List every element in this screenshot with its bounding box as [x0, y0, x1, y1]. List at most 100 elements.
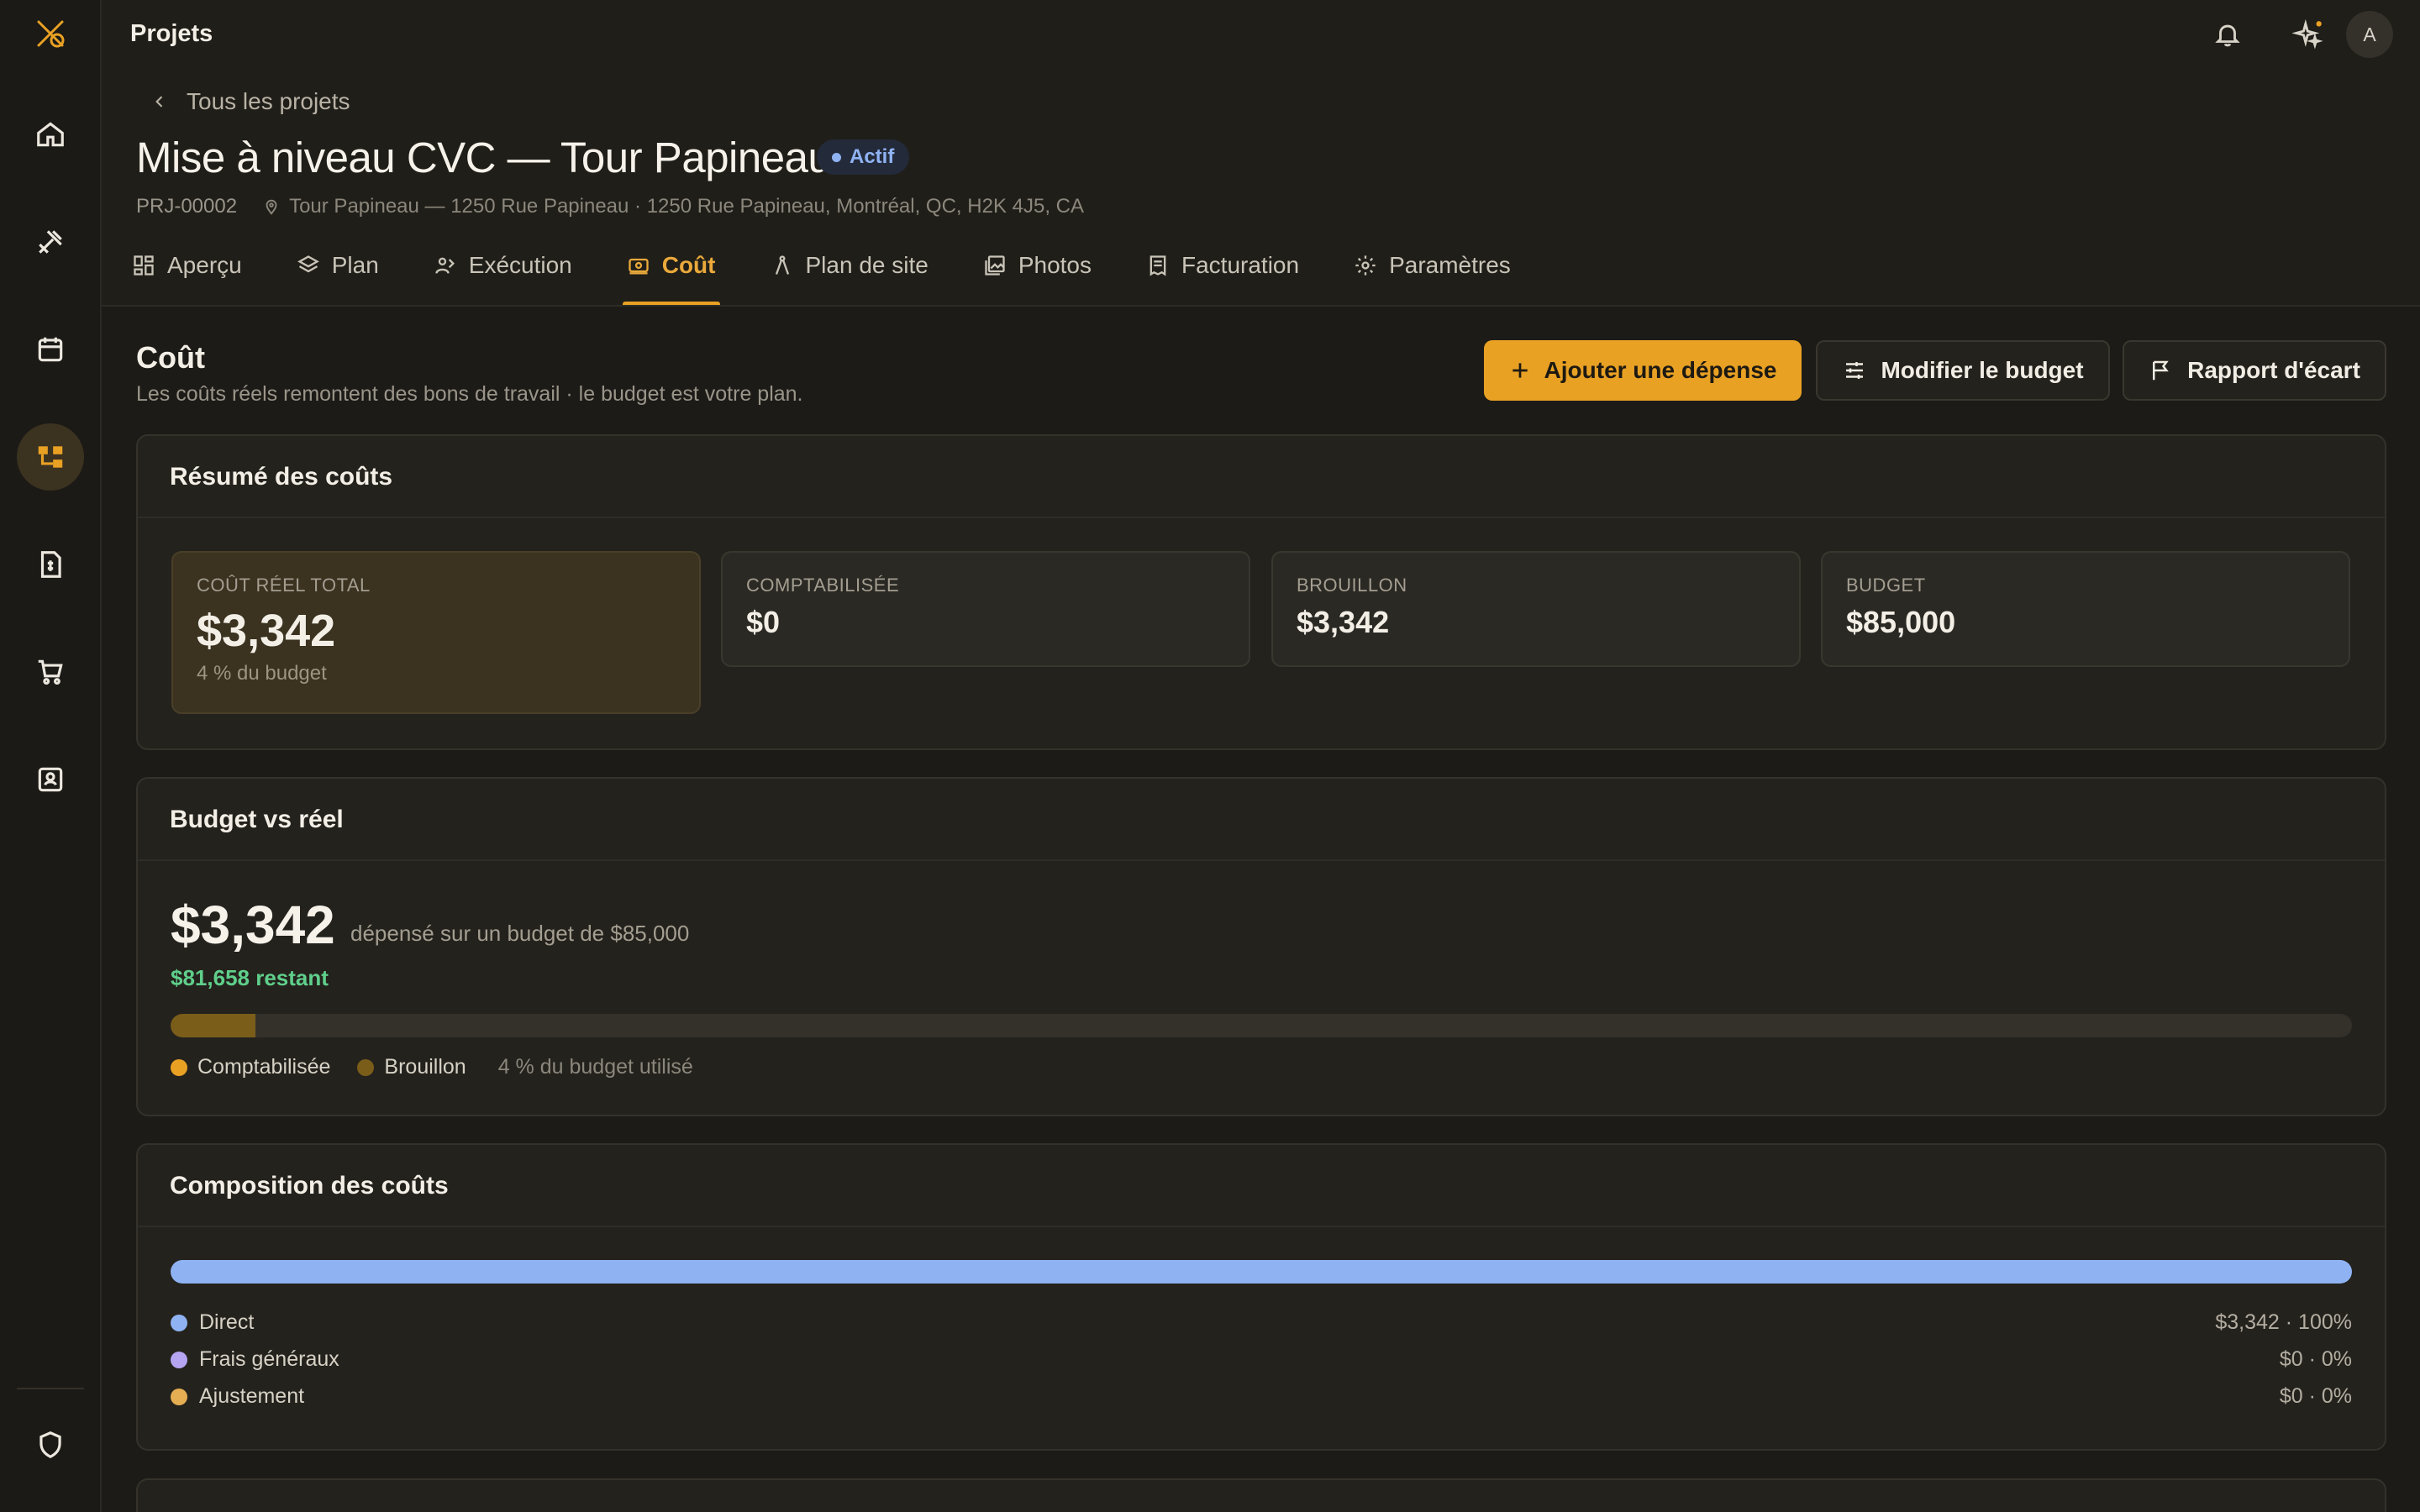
- tab-label: Photos: [1018, 252, 1092, 278]
- spent-amount: $3,342: [171, 895, 335, 955]
- composition-label: Frais généraux: [199, 1347, 339, 1371]
- tab-parametres[interactable]: Paramètres: [1349, 244, 1515, 306]
- sparkle-icon[interactable]: [2289, 15, 2328, 54]
- tab-cout[interactable]: Coût: [622, 244, 720, 306]
- spent-description: dépensé sur un budget de $85,000: [350, 921, 690, 946]
- tab-label: Facturation: [1181, 252, 1300, 278]
- composition-bar: [171, 1260, 2352, 1284]
- composition-row: Frais généraux $0 · 0%: [171, 1347, 2352, 1372]
- tab-facturation[interactable]: Facturation: [1142, 244, 1303, 306]
- project-meta: PRJ-00002 Tour Papineau — 1250 Rue Papin…: [136, 195, 1084, 218]
- legend-item: Brouillon: [357, 1055, 466, 1079]
- legend-label: Brouillon: [384, 1055, 466, 1079]
- card-title: Composition des coûts: [138, 1145, 2385, 1227]
- tab-label: Plan de site: [805, 252, 929, 278]
- composition-value: $0 · 0%: [2279, 1347, 2352, 1371]
- legend-label: Comptabilisée: [197, 1055, 331, 1079]
- variance-report-button[interactable]: Rapport d'écart: [2123, 340, 2386, 401]
- composition-swatch: [171, 1314, 187, 1331]
- composition-label: Direct: [199, 1310, 255, 1334]
- layers-icon: [297, 255, 319, 273]
- tab-label: Plan: [331, 252, 379, 278]
- sliders-icon: [1846, 362, 1864, 379]
- nav-contacts-icon[interactable]: [17, 746, 84, 813]
- composition-value: $3,342 · 100%: [2215, 1310, 2352, 1334]
- nav-calendar-icon[interactable]: [17, 316, 84, 383]
- receipt-icon: [1150, 255, 1166, 276]
- project-location: Tour Papineau — 1250 Rue Papineau · 1250…: [289, 195, 1084, 218]
- plus-icon: [1512, 363, 1528, 378]
- nav-tools-icon[interactable]: [17, 208, 84, 276]
- sidebar: [0, 0, 102, 1512]
- status-label: Actif: [850, 145, 895, 168]
- avatar[interactable]: A: [2346, 11, 2393, 58]
- nav-security-icon[interactable]: [17, 1411, 84, 1478]
- nav-projects-icon[interactable]: [17, 423, 84, 491]
- stat-value: $3,342: [1297, 605, 1390, 639]
- app-logo[interactable]: [32, 15, 69, 52]
- legend-swatch: [171, 1058, 187, 1076]
- tab-label: Exécution: [468, 252, 572, 278]
- image-icon: [985, 255, 1005, 276]
- gear-icon: [1355, 255, 1376, 276]
- stat-label: COMPTABILISÉE: [746, 575, 900, 596]
- edit-budget-button[interactable]: Modifier le budget: [1816, 340, 2110, 401]
- edit-budget-label: Modifier le budget: [1881, 357, 2084, 383]
- back-label: Tous les projets: [187, 88, 350, 114]
- stat-budget: BUDGET $85,000: [1821, 551, 2350, 667]
- section-subtitle: Les coûts réels remontent des bons de tr…: [136, 382, 803, 406]
- composition-swatch: [171, 1351, 187, 1368]
- grid-icon: [134, 255, 154, 276]
- people-icon: [435, 257, 455, 274]
- section-title: Coût: [136, 340, 205, 375]
- tab-photos[interactable]: Photos: [979, 244, 1096, 306]
- tab-apercu[interactable]: Aperçu: [128, 244, 246, 306]
- nav-home-icon[interactable]: [17, 101, 84, 168]
- page-title: Mise à niveau CVC — Tour Papineau: [136, 134, 832, 181]
- remaining-amount: $81,658 restant: [171, 965, 329, 990]
- status-badge: Actif: [817, 139, 910, 175]
- composition-label: Ajustement: [199, 1384, 305, 1408]
- stat-booked: COMPTABILISÉE $0: [721, 551, 1250, 667]
- nav-cart-icon[interactable]: [17, 638, 84, 706]
- chevron-left-icon: [155, 96, 163, 108]
- sidebar-divider: [17, 1388, 84, 1389]
- next-card-partial: [136, 1478, 2386, 1512]
- budget-progress-fill: [171, 1014, 256, 1037]
- tab-plan-de-site[interactable]: Plan de site: [766, 244, 933, 306]
- composition-value: $0 · 0%: [2279, 1384, 2352, 1408]
- add-expense-label: Ajouter une dépense: [1544, 357, 1777, 383]
- composition-row: Direct $3,342 · 100%: [171, 1310, 2352, 1335]
- composition-swatch: [171, 1388, 187, 1405]
- nav-invoice-icon[interactable]: [17, 531, 84, 598]
- money-icon: [629, 258, 649, 275]
- composition-row: Ajustement $0 · 0%: [171, 1384, 2352, 1409]
- bell-icon[interactable]: [2208, 15, 2247, 54]
- project-code: PRJ-00002: [136, 195, 238, 218]
- app-title: Projets: [130, 20, 213, 47]
- stat-label: BUDGET: [1846, 575, 1926, 596]
- stat-value: $0: [746, 605, 781, 639]
- budget-progress-bar: [171, 1014, 2352, 1037]
- topbar: Projets A: [102, 0, 2420, 69]
- legend-swatch: [357, 1058, 375, 1076]
- compass-icon: [775, 255, 789, 275]
- stat-draft: BROUILLON $3,342: [1271, 551, 1801, 667]
- back-link[interactable]: Tous les projets: [151, 88, 350, 115]
- add-expense-button[interactable]: Ajouter une dépense: [1484, 340, 1802, 401]
- tab-plan[interactable]: Plan: [292, 244, 383, 306]
- variance-report-label: Rapport d'écart: [2187, 357, 2360, 383]
- card-title: Budget vs réel: [138, 779, 2385, 861]
- tab-bar: Aperçu Plan Exécution Coût Plan de site …: [128, 244, 1561, 306]
- stat-total-cost: COÛT RÉEL TOTAL $3,342 4 % du budget: [171, 551, 701, 714]
- location-pin-icon: [266, 199, 277, 215]
- tab-execution[interactable]: Exécution: [429, 244, 576, 306]
- tab-label: Paramètres: [1389, 252, 1511, 278]
- card-title: Résumé des coûts: [138, 436, 2385, 518]
- legend-item: Comptabilisée: [171, 1055, 330, 1079]
- budget-legend: Comptabilisée Brouillon 4 % du budget ut…: [171, 1055, 693, 1079]
- stat-label: BROUILLON: [1297, 575, 1407, 596]
- tab-label: Coût: [661, 252, 716, 278]
- flag-icon: [2153, 360, 2169, 381]
- tab-label: Aperçu: [167, 252, 242, 278]
